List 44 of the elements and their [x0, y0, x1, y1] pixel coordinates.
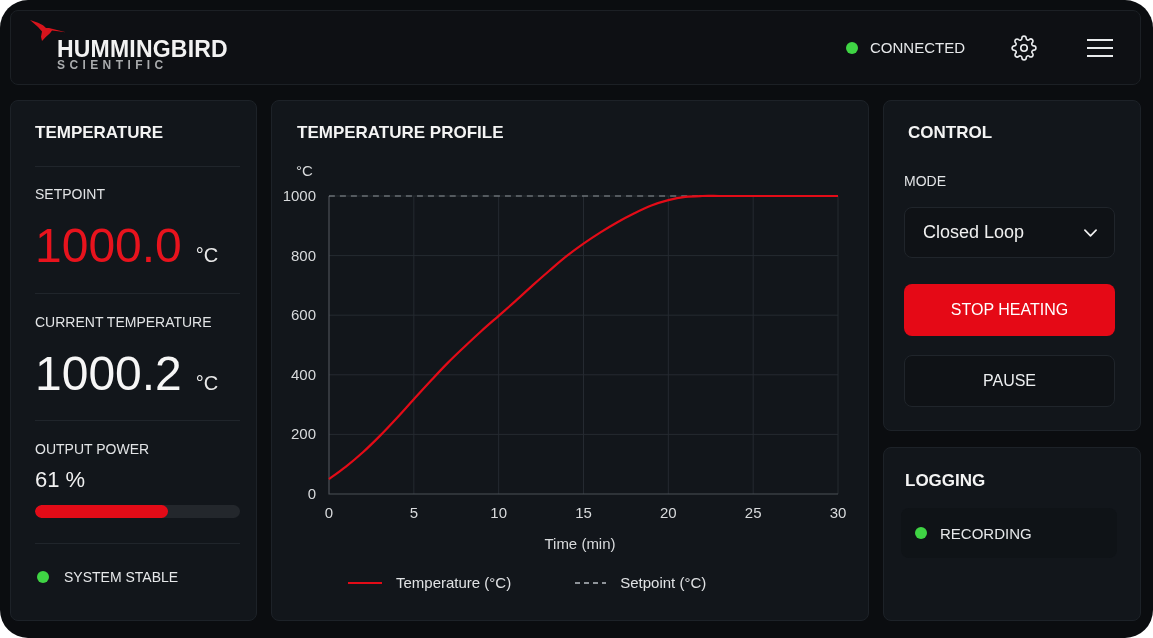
menu-icon[interactable]	[1087, 38, 1113, 57]
x-tick-label: 10	[490, 504, 507, 521]
mode-label: MODE	[904, 172, 947, 190]
legend-label: Temperature (°C)	[396, 573, 512, 593]
power-reading: 61 %	[35, 467, 87, 493]
panel-title: CONTROL	[908, 122, 994, 144]
unit-label: °C	[195, 372, 219, 395]
panel-title: LOGGING	[905, 470, 987, 492]
hummingbird-icon	[30, 20, 66, 41]
connection-status: CONNECTED	[870, 39, 965, 56]
y-tick-label: 200	[290, 425, 316, 443]
settings-icon[interactable]	[1011, 34, 1037, 61]
legend-label: Setpoint (°C)	[620, 573, 707, 593]
stop-heating-button[interactable]: STOP HEATING	[904, 284, 1115, 336]
y-tick-label: 0	[307, 485, 316, 502]
mode-dropdown[interactable]: Closed Loop	[904, 207, 1115, 258]
y-tick-label: 800	[290, 246, 316, 264]
reading-label: OUTPUT POWER	[35, 440, 151, 458]
chevron-down-icon	[1084, 228, 1097, 237]
y-tick-label: 400	[290, 365, 316, 383]
recording-status: RECORDING	[940, 524, 1032, 542]
logo-wordmark: HUMMINGBIRD	[57, 38, 228, 60]
axis-title: °C	[296, 162, 313, 179]
x-tick-label: 20	[660, 504, 677, 521]
legend-line-icon	[348, 582, 382, 584]
reading-label: CURRENT TEMPERATURE	[35, 313, 213, 331]
legend-dashed-line-icon	[575, 582, 607, 584]
system-status: SYSTEM STABLE	[64, 568, 179, 587]
panel-title: TEMPERATURE	[35, 122, 165, 144]
panel-title: TEMPERATURE PROFILE	[296, 122, 505, 144]
axis-title: Time (min)	[544, 535, 616, 552]
x-tick-label: 15	[575, 504, 592, 521]
x-tick-label: 30	[829, 504, 847, 521]
reading-value: 1000.2	[35, 349, 182, 399]
reading-value: 1000.0	[35, 221, 182, 271]
y-tick-label: 600	[290, 306, 316, 324]
x-tick-label: 25	[744, 504, 762, 521]
unit-label: °C	[195, 244, 219, 267]
x-tick-label: 5	[409, 504, 418, 521]
pause-button[interactable]: PAUSE	[904, 355, 1115, 407]
logo-tagline: SCIENTIFIC	[57, 60, 168, 71]
x-tick-label: 0	[324, 504, 334, 521]
reading-label: SETPOINT	[35, 185, 106, 203]
y-tick-label: 1000	[282, 187, 316, 204]
